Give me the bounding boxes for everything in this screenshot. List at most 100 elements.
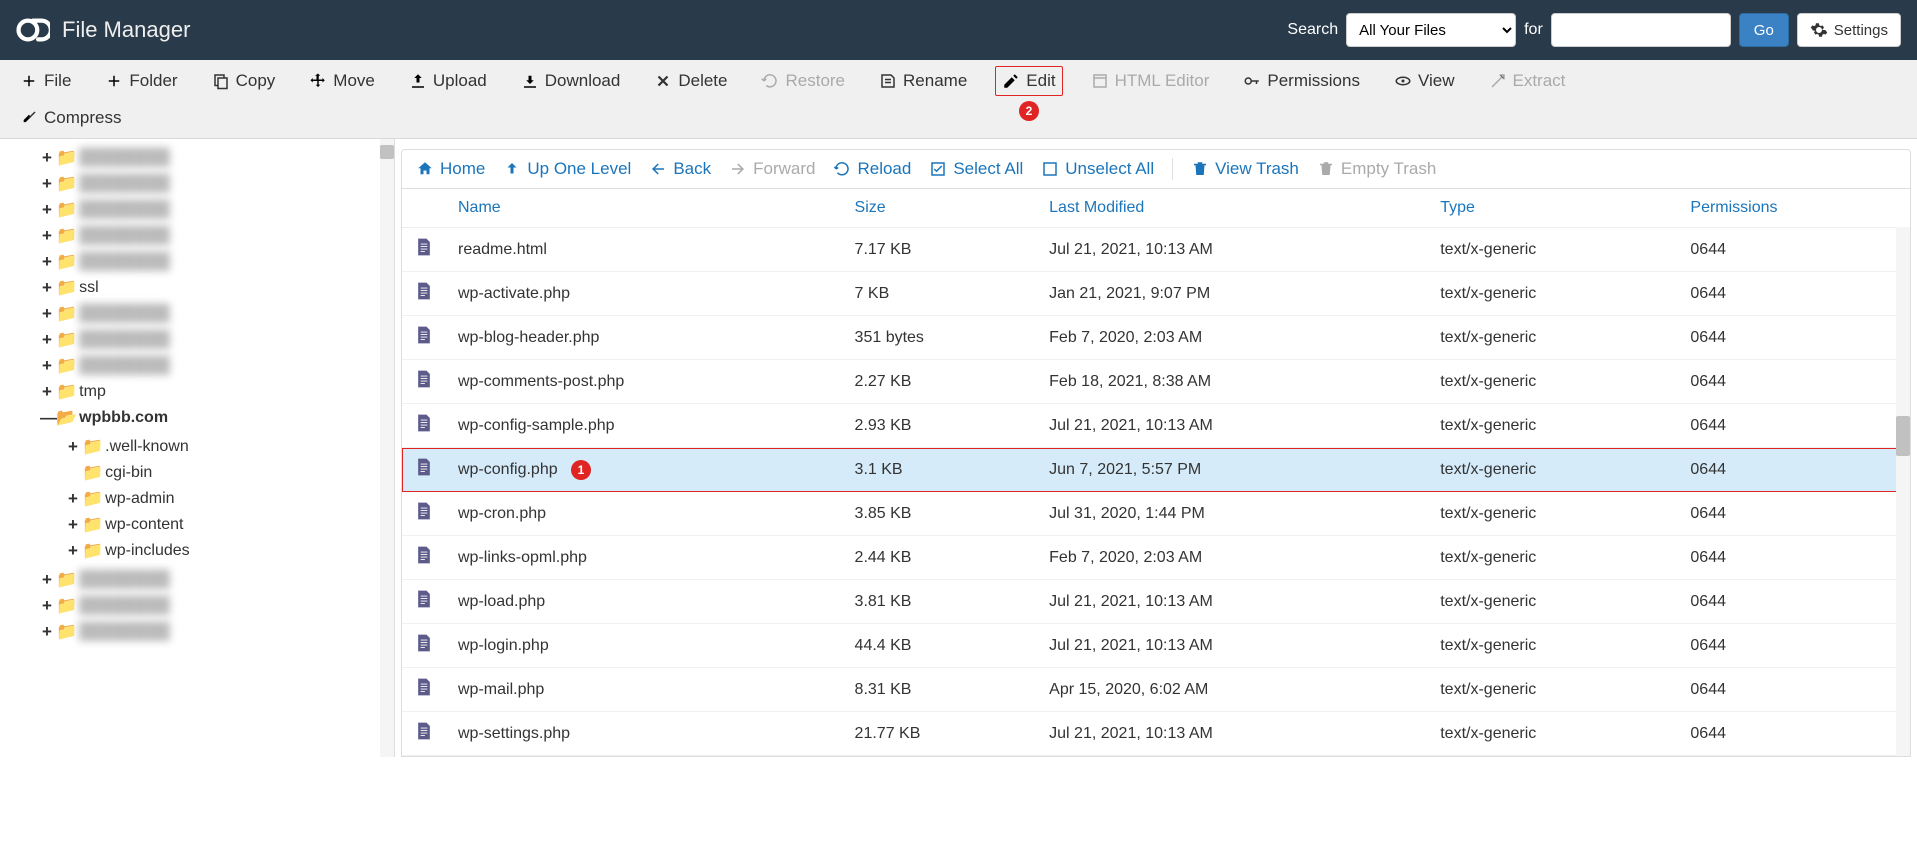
folder-icon: 📁: [56, 622, 77, 642]
upload-icon: [409, 72, 427, 90]
expand-toggle[interactable]: +: [40, 622, 54, 642]
table-row[interactable]: wp-login.php 44.4 KB Jul 21, 2021, 10:13…: [402, 624, 1910, 668]
tree-item[interactable]: ████████: [79, 253, 170, 271]
expand-toggle[interactable]: +: [40, 278, 54, 298]
tree-item[interactable]: ████████: [79, 571, 170, 589]
tree-item[interactable]: ████████: [79, 227, 170, 245]
tree-item[interactable]: ████████: [79, 201, 170, 219]
permissions-button[interactable]: Permissions: [1237, 67, 1366, 95]
view-trash-button[interactable]: View Trash: [1191, 159, 1299, 179]
tree-item[interactable]: wp-includes: [105, 542, 189, 560]
tree-item[interactable]: ████████: [79, 305, 170, 323]
home-icon: [416, 160, 434, 178]
edit-label: Edit: [1026, 71, 1055, 91]
table-scrollbar[interactable]: [1896, 189, 1910, 756]
expand-toggle[interactable]: +: [40, 570, 54, 590]
file-button[interactable]: File: [14, 67, 77, 95]
table-row[interactable]: readme.html 7.17 KB Jul 21, 2021, 10:13 …: [402, 228, 1910, 272]
expand-toggle[interactable]: +: [40, 174, 54, 194]
view-button[interactable]: View: [1388, 67, 1461, 95]
tree-item[interactable]: wp-admin: [105, 490, 174, 508]
table-row[interactable]: wp-cron.php 3.85 KB Jul 31, 2020, 1:44 P…: [402, 492, 1910, 536]
expand-toggle[interactable]: +: [40, 200, 54, 220]
expand-toggle[interactable]: +: [66, 541, 80, 561]
row-annotation-badge: 1: [571, 460, 591, 480]
home-button[interactable]: Home: [416, 159, 485, 179]
back-button[interactable]: Back: [649, 159, 711, 179]
download-button[interactable]: Download: [515, 67, 627, 95]
col-modified[interactable]: Last Modified: [1037, 189, 1428, 228]
expand-toggle[interactable]: +: [40, 596, 54, 616]
table-row[interactable]: wp-comments-post.php 2.27 KB Feb 18, 202…: [402, 360, 1910, 404]
expand-toggle[interactable]: +: [40, 252, 54, 272]
tree-item[interactable]: ssl: [79, 279, 99, 297]
extract-button[interactable]: Extract: [1483, 67, 1572, 95]
unselect-all-label: Unselect All: [1065, 159, 1154, 179]
expand-toggle[interactable]: +: [40, 148, 54, 168]
restore-button[interactable]: Restore: [755, 67, 851, 95]
table-row[interactable]: wp-config-sample.php 2.93 KB Jul 21, 202…: [402, 404, 1910, 448]
tree-item[interactable]: ████████: [79, 623, 170, 641]
table-row[interactable]: wp-activate.php 7 KB Jan 21, 2021, 9:07 …: [402, 272, 1910, 316]
empty-trash-button[interactable]: Empty Trash: [1317, 159, 1436, 179]
tree-item[interactable]: .well-known: [105, 438, 189, 456]
up-one-level-button[interactable]: Up One Level: [503, 159, 631, 179]
tree-item[interactable]: wp-content: [105, 516, 183, 534]
upload-button[interactable]: Upload: [403, 67, 493, 95]
expand-toggle[interactable]: +: [66, 515, 80, 535]
tree-item[interactable]: ████████: [79, 149, 170, 167]
select-all-button[interactable]: Select All: [929, 159, 1023, 179]
tree-item[interactable]: ████████: [79, 331, 170, 349]
expand-toggle[interactable]: +: [40, 356, 54, 376]
tree-item[interactable]: tmp: [79, 383, 106, 401]
table-row[interactable]: wp-blog-header.php 351 bytes Feb 7, 2020…: [402, 316, 1910, 360]
file-size: 21.77 KB: [843, 712, 1038, 756]
reload-button[interactable]: Reload: [833, 159, 911, 179]
edit-button[interactable]: Edit 2: [995, 66, 1062, 96]
table-row[interactable]: wp-mail.php 8.31 KB Apr 15, 2020, 6:02 A…: [402, 668, 1910, 712]
folder-button[interactable]: Folder: [99, 67, 183, 95]
tree-item[interactable]: ████████: [79, 357, 170, 375]
table-row[interactable]: wp-settings.php 21.77 KB Jul 21, 2021, 1…: [402, 712, 1910, 756]
expand-toggle[interactable]: +: [66, 489, 80, 509]
search-scope-select[interactable]: All Your Files: [1346, 13, 1516, 47]
html-editor-button[interactable]: HTML Editor: [1085, 67, 1216, 95]
forward-button[interactable]: Forward: [729, 159, 815, 179]
move-button[interactable]: Move: [303, 67, 381, 95]
file-modified: Jul 21, 2021, 10:13 AM: [1037, 404, 1428, 448]
settings-button[interactable]: Settings: [1797, 13, 1901, 47]
expand-toggle[interactable]: +: [40, 304, 54, 324]
tree-item-current[interactable]: wpbbb.com: [79, 409, 168, 427]
tree-item[interactable]: cgi-bin: [105, 464, 152, 482]
expand-toggle[interactable]: +: [66, 437, 80, 457]
file-permissions: 0644: [1678, 712, 1910, 756]
table-row[interactable]: wp-load.php 3.81 KB Jul 21, 2021, 10:13 …: [402, 580, 1910, 624]
unselect-all-button[interactable]: Unselect All: [1041, 159, 1154, 179]
search-input[interactable]: [1551, 13, 1731, 47]
table-row[interactable]: wp-links-opml.php 2.44 KB Feb 7, 2020, 2…: [402, 536, 1910, 580]
copy-button[interactable]: Copy: [206, 67, 282, 95]
expand-toggle[interactable]: +: [40, 330, 54, 350]
search-go-button[interactable]: Go: [1739, 13, 1789, 47]
tree-scrollbar[interactable]: [380, 139, 394, 757]
html-editor-icon: [1091, 72, 1109, 90]
col-icon[interactable]: [402, 189, 446, 228]
file-icon-cell: [402, 712, 446, 756]
col-size[interactable]: Size: [843, 189, 1038, 228]
tree-item[interactable]: ████████: [79, 175, 170, 193]
collapse-toggle[interactable]: —: [40, 408, 54, 428]
table-row[interactable]: wp-config.php 1 3.1 KB Jun 7, 2021, 5:57…: [402, 448, 1910, 492]
compress-button[interactable]: Compress: [14, 104, 127, 132]
delete-button[interactable]: Delete: [648, 67, 733, 95]
copy-label: Copy: [236, 71, 276, 91]
file-icon: [414, 632, 434, 654]
rename-icon: [879, 72, 897, 90]
col-permissions[interactable]: Permissions: [1678, 189, 1910, 228]
col-name[interactable]: Name: [446, 189, 843, 228]
col-type[interactable]: Type: [1428, 189, 1678, 228]
expand-toggle[interactable]: +: [40, 226, 54, 246]
tree-item[interactable]: ████████: [79, 597, 170, 615]
folder-icon: 📁: [56, 148, 77, 168]
expand-toggle[interactable]: +: [40, 382, 54, 402]
rename-button[interactable]: Rename: [873, 67, 973, 95]
